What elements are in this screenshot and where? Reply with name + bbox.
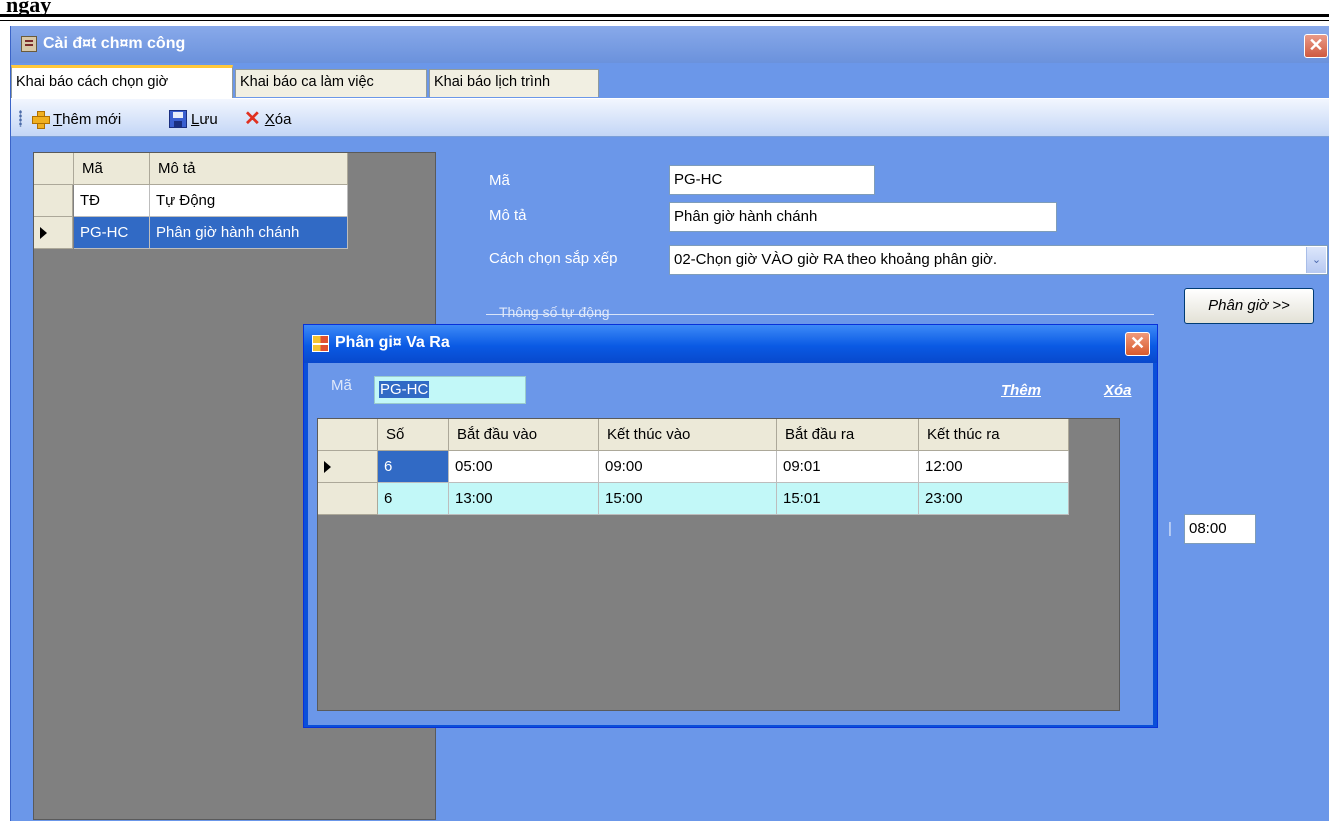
column-header-number[interactable]: Số xyxy=(378,419,449,451)
tab-schedule[interactable]: Khai báo lịch trình xyxy=(429,69,599,97)
delete-mnemonic: X xyxy=(264,110,275,128)
main-titlebar[interactable]: Cài đ¤t ch¤m công ✕ xyxy=(11,26,1329,63)
dialog-app-icon xyxy=(312,335,329,352)
window-title: Cài đ¤t ch¤m công xyxy=(43,35,186,52)
close-dialog-button[interactable]: ✕ xyxy=(1125,332,1150,356)
auto-params-group-title: Thông số tự động xyxy=(499,304,610,320)
current-row-indicator[interactable] xyxy=(318,451,378,483)
table-cell-end-out[interactable]: 23:00 xyxy=(919,483,1069,515)
dialog-titlebar[interactable]: Phân gi¤ Va Ra ✕ xyxy=(304,325,1157,363)
close-window-button[interactable]: ✕ xyxy=(1304,34,1328,58)
tab-strip: Khai báo cách chọn giờ Khai báo ca làm v… xyxy=(11,63,1329,98)
time-ranges-grid[interactable]: Số Bắt đầu vào Kết thúc vào Bắt đầu ra K… xyxy=(317,418,1120,711)
delete-text: óa xyxy=(274,110,292,128)
tab-shifts[interactable]: Khai báo ca làm việc xyxy=(235,69,427,97)
time-input[interactable]: 08:00 xyxy=(1184,514,1256,544)
description-label: Mô tả xyxy=(489,207,527,224)
add-new-button[interactable]: Thêm mới xyxy=(31,109,121,129)
table-cell-description-selected[interactable]: Phân giờ hành chánh xyxy=(150,217,348,249)
chevron-down-icon[interactable]: ⌄ xyxy=(1306,247,1326,273)
column-header-end-out[interactable]: Kết thúc ra xyxy=(919,419,1069,451)
table-cell-start-out[interactable]: 15:01 xyxy=(777,483,919,515)
field-divider-mark: | xyxy=(1168,520,1172,537)
save-button[interactable]: Lưu xyxy=(169,109,218,129)
toolbar: Thêm mới Lưu ✕ Xóa xyxy=(11,98,1329,137)
table-cell-start-in[interactable]: 13:00 xyxy=(449,483,599,515)
table-cell-number-selected[interactable]: 6 xyxy=(378,451,449,483)
sort-method-value: 02-Chọn giờ VÀO giờ RA theo khoảng phân … xyxy=(674,251,998,268)
split-time-dialog: Phân gi¤ Va Ra ✕ Mã PG-HC Thêm Xóa Số Bắ… xyxy=(303,324,1158,728)
delete-button[interactable]: ✕ Xóa xyxy=(244,109,291,129)
toolbar-grip-handle[interactable] xyxy=(19,110,22,127)
dialog-code-input[interactable]: PG-HC xyxy=(374,376,526,404)
row-header[interactable] xyxy=(318,483,378,515)
delete-label: Xóa xyxy=(265,111,292,128)
header-rule xyxy=(0,14,1329,17)
dialog-code-value: PG-HC xyxy=(379,381,430,398)
table-cell-code[interactable]: TĐ xyxy=(74,185,150,217)
column-header-description[interactable]: Mô tả xyxy=(150,153,348,185)
delete-row-link[interactable]: Xóa xyxy=(1104,382,1132,399)
tab-choose-time[interactable]: Khai báo cách chọn giờ xyxy=(11,65,233,98)
add-row-link[interactable]: Thêm xyxy=(1001,382,1041,399)
add-new-label: Thêm mới xyxy=(53,111,121,128)
table-cell-code-selected[interactable]: PG-HC xyxy=(74,217,150,249)
table-cell-end-out[interactable]: 12:00 xyxy=(919,451,1069,483)
add-new-text: hêm mới xyxy=(62,110,122,128)
column-header-end-in[interactable]: Kết thúc vào xyxy=(599,419,777,451)
description-input[interactable]: Phân giờ hành chánh xyxy=(669,202,1057,232)
column-header-start-out[interactable]: Bắt đầu ra xyxy=(777,419,919,451)
code-label: Mã xyxy=(489,172,510,189)
save-label: Lưu xyxy=(191,111,218,128)
app-icon xyxy=(21,36,37,52)
save-text: ưu xyxy=(199,110,218,128)
sort-method-select[interactable]: 02-Chọn giờ VÀO giờ RA theo khoảng phân … xyxy=(669,245,1328,275)
code-input[interactable]: PG-HC xyxy=(669,165,875,195)
grid-corner-header xyxy=(34,153,74,185)
sort-method-label: Cách chọn sắp xếp xyxy=(489,250,618,267)
add-new-mnemonic: T xyxy=(53,110,63,128)
delete-x-icon: ✕ xyxy=(244,108,261,130)
dialog-body: Mã PG-HC Thêm Xóa Số Bắt đầu vào Kết thú… xyxy=(308,363,1153,725)
plus-icon xyxy=(31,110,50,129)
table-cell-end-in[interactable]: 15:00 xyxy=(599,483,777,515)
dialog-title: Phân gi¤ Va Ra xyxy=(335,334,450,351)
column-header-start-in[interactable]: Bắt đầu vào xyxy=(449,419,599,451)
current-row-indicator[interactable] xyxy=(34,217,73,249)
row-header[interactable] xyxy=(34,185,73,217)
dialog-code-label: Mã xyxy=(331,377,352,394)
table-cell-description[interactable]: Tự Động xyxy=(150,185,348,217)
split-time-button[interactable]: Phân giờ >> xyxy=(1184,288,1314,324)
table-cell-number[interactable]: 6 xyxy=(378,483,449,515)
table-cell-start-out[interactable]: 09:01 xyxy=(777,451,919,483)
column-header-code[interactable]: Mã xyxy=(74,153,150,185)
save-disk-icon xyxy=(169,110,187,128)
table-cell-start-in[interactable]: 05:00 xyxy=(449,451,599,483)
document-header: ngày xyxy=(0,0,1329,26)
table-cell-end-in[interactable]: 09:00 xyxy=(599,451,777,483)
header-rule-thin xyxy=(0,20,1329,21)
grid-corner-header xyxy=(318,419,378,451)
